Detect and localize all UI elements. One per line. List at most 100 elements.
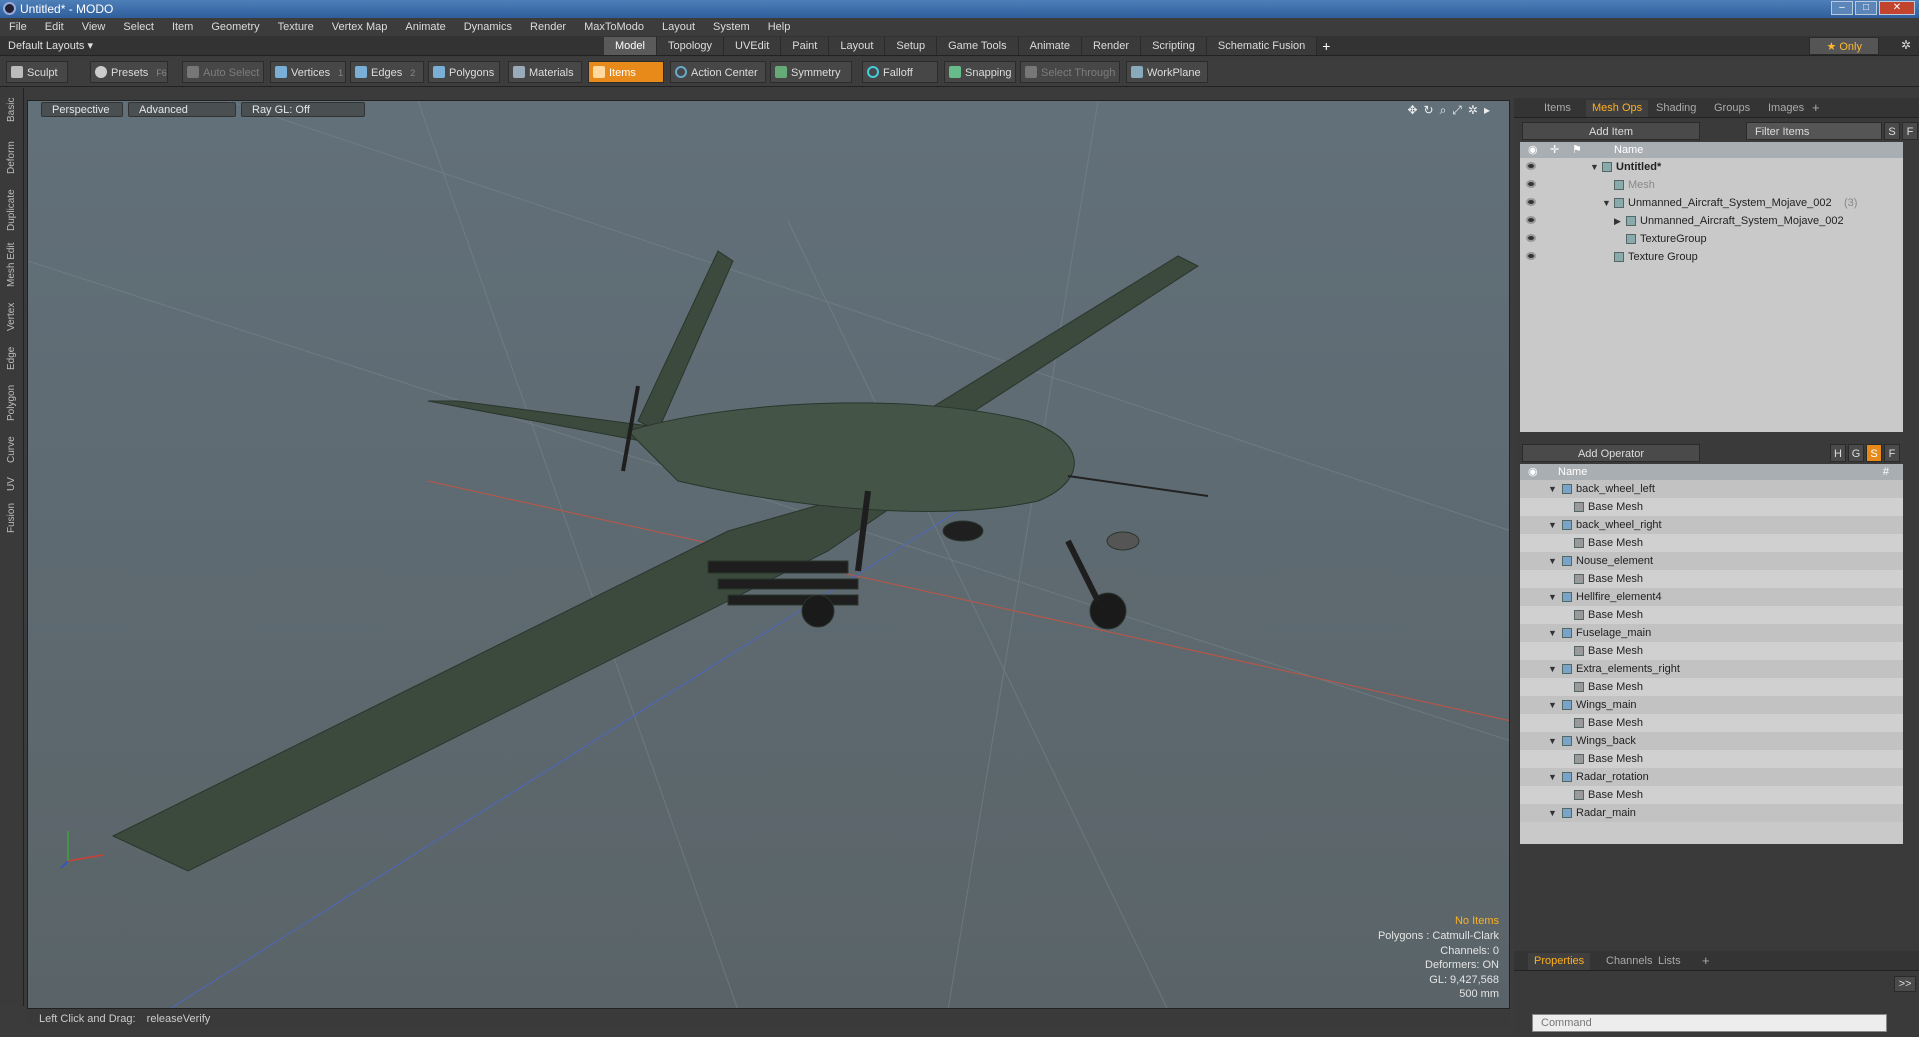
operator-item[interactable]: ▼ Wings_back bbox=[1520, 732, 1903, 750]
operator-child-item[interactable]: Base Mesh bbox=[1520, 606, 1903, 624]
expand-arrow-icon[interactable]: ▼ bbox=[1548, 660, 1557, 678]
operator-item[interactable]: ▼ Hellfire_element4 bbox=[1520, 588, 1903, 606]
tab-channels[interactable]: Channels bbox=[1600, 953, 1658, 970]
add-operator-button[interactable]: Add Operator bbox=[1522, 444, 1700, 462]
tree-item[interactable]: ▶ Unmanned_Aircraft_System_Mojave_002 bbox=[1520, 212, 1903, 230]
expand-arrow-icon[interactable]: ▼ bbox=[1590, 158, 1599, 176]
left-tab-deform[interactable]: Deform bbox=[2, 132, 22, 184]
menu-dynamics[interactable]: Dynamics bbox=[455, 18, 521, 36]
tab-images[interactable]: Images bbox=[1762, 100, 1810, 117]
tab-topology[interactable]: Topology bbox=[656, 37, 725, 55]
menu-edit[interactable]: Edit bbox=[36, 18, 73, 36]
maximize-button[interactable]: □ bbox=[1855, 1, 1877, 15]
symmetry-button[interactable]: Symmetry bbox=[770, 61, 852, 83]
operator-child-item[interactable]: Base Mesh bbox=[1520, 714, 1903, 732]
operator-item[interactable]: ▼ Nouse_element bbox=[1520, 552, 1903, 570]
left-tab-basic[interactable]: Basic bbox=[2, 90, 22, 130]
pan-icon[interactable]: ✥ bbox=[1407, 103, 1417, 118]
expand-arrow-icon[interactable]: ▼ bbox=[1548, 624, 1557, 642]
menu-item[interactable]: Item bbox=[163, 18, 202, 36]
tab-items[interactable]: Items bbox=[1538, 100, 1577, 117]
expand-properties-button[interactable]: >> bbox=[1894, 976, 1916, 992]
polygons-button[interactable]: Polygons bbox=[428, 61, 500, 83]
presets-button[interactable]: Presets F6 bbox=[90, 61, 168, 83]
add-tab-button[interactable]: + bbox=[1317, 37, 1335, 55]
tree-item[interactable]: ▼ Unmanned_Aircraft_System_Mojave_002 (3) bbox=[1520, 194, 1903, 212]
tree-item[interactable]: ▼ Untitled* bbox=[1520, 158, 1903, 176]
gear-icon[interactable]: ✲ bbox=[1901, 38, 1911, 52]
default-layouts-dropdown[interactable]: Default Layouts ▾ bbox=[8, 39, 93, 52]
only-toggle[interactable]: ★ Only bbox=[1809, 37, 1879, 55]
left-tab-uv[interactable]: UV bbox=[2, 472, 22, 496]
flag-s-button[interactable]: S bbox=[1866, 444, 1882, 462]
fit-icon[interactable]: ⤢ bbox=[1452, 103, 1462, 118]
tab-lists[interactable]: Lists bbox=[1652, 953, 1687, 970]
tab-properties[interactable]: Properties bbox=[1528, 953, 1591, 970]
left-tab-polygon[interactable]: Polygon bbox=[2, 378, 22, 428]
menu-animate[interactable]: Animate bbox=[396, 18, 454, 36]
tab-model[interactable]: Model bbox=[604, 37, 657, 55]
sculpt-button[interactable]: Sculpt bbox=[6, 61, 68, 83]
tab-uvedit[interactable]: UVEdit bbox=[724, 37, 782, 55]
s-button[interactable]: S bbox=[1884, 122, 1900, 140]
menu-file[interactable]: File bbox=[0, 18, 36, 36]
add-panel-tab-button[interactable]: + bbox=[1812, 100, 1820, 115]
operator-child-item[interactable]: Base Mesh bbox=[1520, 786, 1903, 804]
tab-paint[interactable]: Paint bbox=[781, 37, 830, 55]
flag-h-button[interactable]: H bbox=[1830, 444, 1846, 462]
operator-item[interactable]: ▼ Fuselage_main bbox=[1520, 624, 1903, 642]
menu-system[interactable]: System bbox=[704, 18, 759, 36]
workplane-button[interactable]: WorkPlane bbox=[1126, 61, 1208, 83]
menu-vertex-map[interactable]: Vertex Map bbox=[323, 18, 397, 36]
operator-child-item[interactable]: Base Mesh bbox=[1520, 678, 1903, 696]
left-tab-fusion[interactable]: Fusion bbox=[2, 498, 22, 538]
flag-f-button[interactable]: F bbox=[1884, 444, 1900, 462]
close-button[interactable]: ✕ bbox=[1879, 1, 1915, 15]
3d-viewport[interactable]: No Items Polygons : Catmull-Clark Channe… bbox=[27, 100, 1510, 1009]
tab-game-tools[interactable]: Game Tools bbox=[937, 37, 1019, 55]
expand-arrow-icon[interactable]: ▼ bbox=[1548, 804, 1557, 822]
left-tab-curve[interactable]: Curve bbox=[2, 430, 22, 470]
flag-g-button[interactable]: G bbox=[1848, 444, 1864, 462]
menu-layout[interactable]: Layout bbox=[653, 18, 704, 36]
tree-item[interactable]: Texture Group bbox=[1520, 248, 1903, 266]
left-tab-edge[interactable]: Edge bbox=[2, 340, 22, 376]
falloff-button[interactable]: Falloff bbox=[862, 61, 938, 83]
tab-animate[interactable]: Animate bbox=[1018, 37, 1082, 55]
tab-layout[interactable]: Layout bbox=[829, 37, 886, 55]
expand-arrow-icon[interactable]: ▼ bbox=[1548, 768, 1557, 786]
add-item-button[interactable]: Add Item bbox=[1522, 122, 1700, 140]
tab-scripting[interactable]: Scripting bbox=[1141, 37, 1207, 55]
edges-button[interactable]: Edges 2 bbox=[350, 61, 424, 83]
expand-arrow-icon[interactable]: ▼ bbox=[1548, 696, 1557, 714]
rotate-icon[interactable]: ↻ bbox=[1424, 103, 1434, 118]
tab-schematic-fusion[interactable]: Schematic Fusion bbox=[1206, 37, 1318, 55]
minimize-button[interactable]: – bbox=[1831, 1, 1853, 15]
expand-arrow-icon[interactable]: ▼ bbox=[1548, 588, 1557, 606]
operator-item[interactable]: ▼ Radar_main bbox=[1520, 804, 1903, 822]
items-button[interactable]: Items bbox=[588, 61, 664, 83]
command-input[interactable]: Command bbox=[1532, 1014, 1887, 1032]
menu-geometry[interactable]: Geometry bbox=[202, 18, 268, 36]
menu-texture[interactable]: Texture bbox=[269, 18, 323, 36]
visibility-eye-icon[interactable] bbox=[1526, 198, 1536, 206]
tab-groups[interactable]: Groups bbox=[1708, 100, 1756, 117]
filter-items-input[interactable]: Filter Items bbox=[1746, 122, 1882, 140]
menu-maxtomodo[interactable]: MaxToModo bbox=[575, 18, 653, 36]
visibility-eye-icon[interactable] bbox=[1526, 180, 1536, 188]
operator-item[interactable]: ▼ back_wheel_left bbox=[1520, 480, 1903, 498]
view-type-dropdown[interactable]: Perspective bbox=[41, 102, 123, 117]
expand-arrow-icon[interactable]: ▸ bbox=[1484, 103, 1490, 118]
menu-view[interactable]: View bbox=[73, 18, 115, 36]
expand-arrow-icon[interactable]: ▶ bbox=[1614, 212, 1621, 230]
auto-select-button[interactable]: Auto Select bbox=[182, 61, 264, 83]
expand-arrow-icon[interactable]: ▼ bbox=[1548, 732, 1557, 750]
menu-help[interactable]: Help bbox=[759, 18, 800, 36]
f-button[interactable]: F bbox=[1902, 122, 1918, 140]
action-center-button[interactable]: Action Center bbox=[670, 61, 766, 83]
materials-button[interactable]: Materials bbox=[508, 61, 582, 83]
expand-arrow-icon[interactable]: ▼ bbox=[1602, 194, 1611, 212]
visibility-eye-icon[interactable] bbox=[1526, 252, 1536, 260]
operator-item[interactable]: ▼ Radar_rotation bbox=[1520, 768, 1903, 786]
left-tab-mesh-edit[interactable]: Mesh Edit bbox=[2, 236, 22, 294]
